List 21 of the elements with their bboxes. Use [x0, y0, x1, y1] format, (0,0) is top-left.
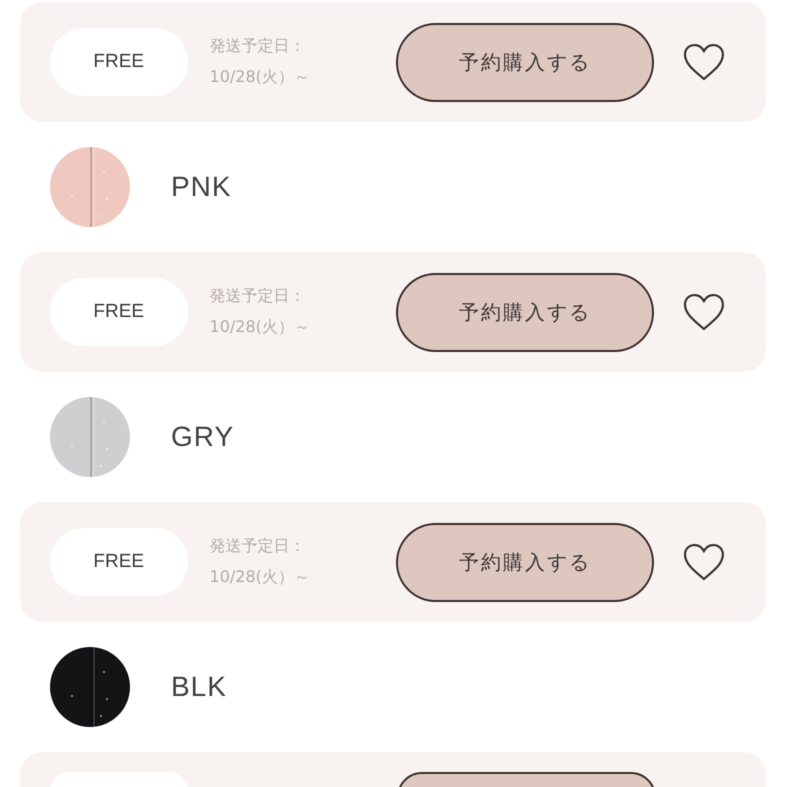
shipping-label: 発送予定日：: [210, 36, 307, 57]
heart-icon[interactable]: [682, 542, 726, 582]
heart-icon[interactable]: [682, 292, 726, 332]
color-swatch[interactable]: [50, 147, 130, 227]
shipping-label: 発送予定日：: [210, 536, 307, 557]
color-name: PNK: [171, 171, 232, 203]
reserve-button[interactable]: 予約購入する: [396, 522, 654, 602]
color-swatch[interactable]: [50, 397, 130, 477]
color-swatch[interactable]: [50, 647, 130, 727]
shipping-date: 10/28(火）～: [210, 317, 311, 338]
color-name: GRY: [171, 421, 234, 453]
reserve-button[interactable]: 予約購入する: [396, 22, 654, 102]
reserve-button[interactable]: 予約購入する: [396, 272, 654, 352]
shipping-date: 10/28(火）～: [210, 67, 311, 88]
size-label: FREE: [50, 528, 188, 596]
size-label: FREE: [50, 278, 188, 346]
heart-icon[interactable]: [682, 42, 726, 82]
size-label: FREE: [50, 28, 188, 96]
shipping-date: 10/28(火）～: [210, 567, 311, 588]
color-name: BLK: [171, 671, 227, 703]
shipping-label: 発送予定日：: [210, 286, 307, 307]
